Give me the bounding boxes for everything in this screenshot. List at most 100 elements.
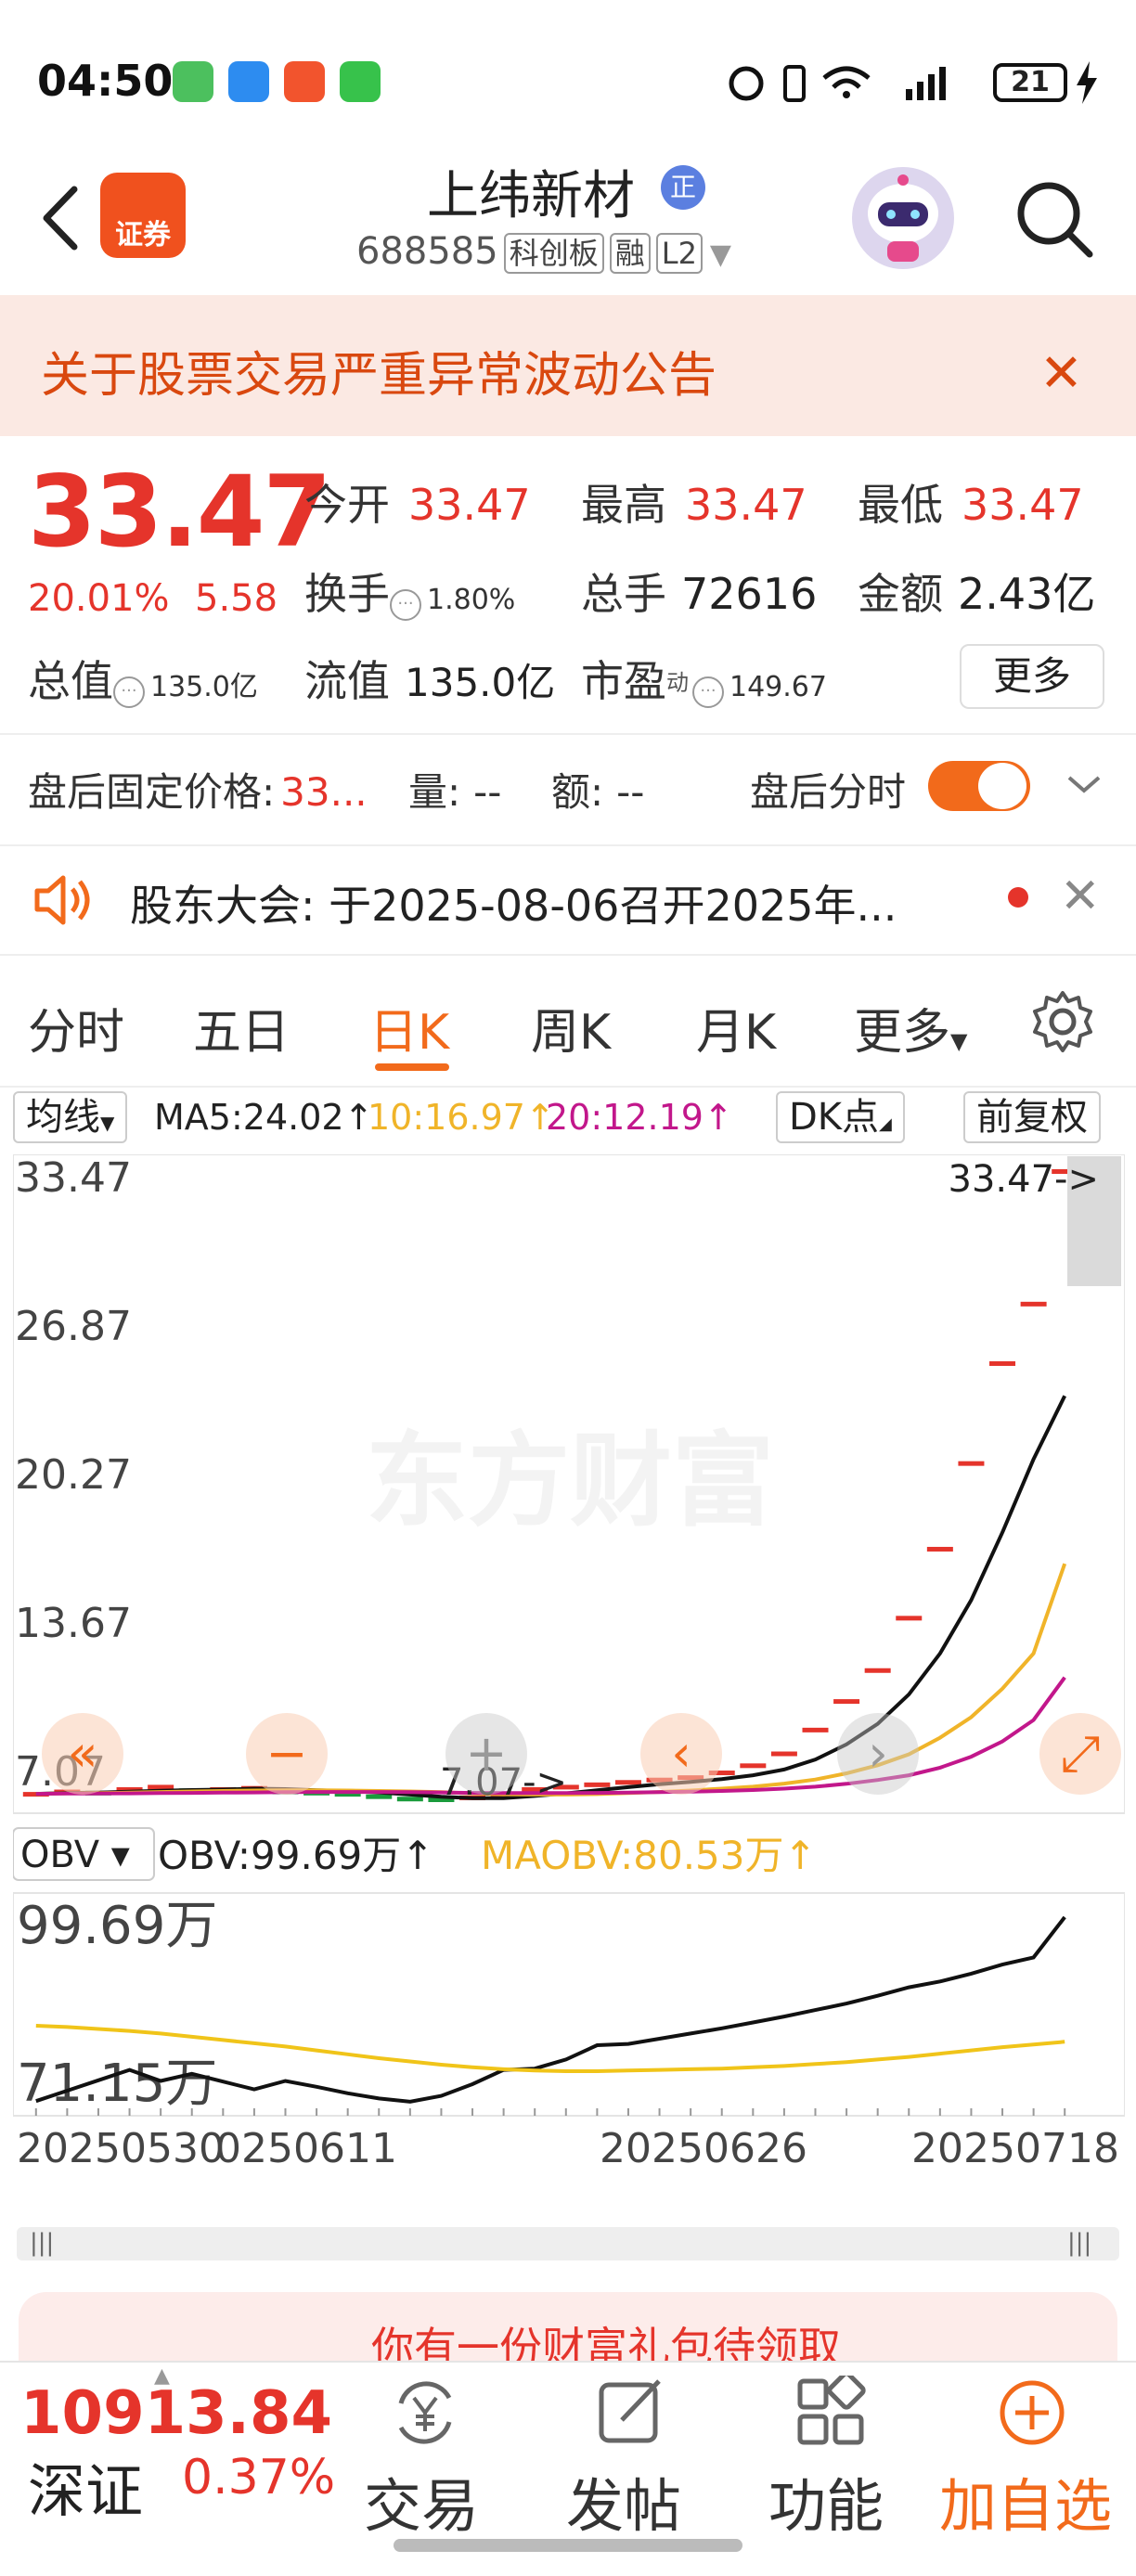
status-time: 04:50 [37, 56, 174, 106]
after-hours-price-value: 33... [280, 769, 368, 815]
nav-trade[interactable]: 交易 [364, 2459, 479, 2543]
pe-field[interactable]: 市盈动 ··· 149.67 [581, 648, 827, 709]
nav-post[interactable]: 发帖 [566, 2459, 681, 2543]
ma-select[interactable]: 均线▼ [13, 1091, 128, 1143]
charging-icon [1077, 61, 1097, 104]
edit-icon[interactable] [594, 2376, 668, 2450]
index-name[interactable]: 深证 [28, 2444, 143, 2528]
tab-timeshare[interactable]: 分时 [28, 993, 124, 1063]
caret-down-icon: ▼ [950, 1028, 968, 1054]
tab-weekly-k[interactable]: 周K [531, 993, 611, 1063]
obv-value-label: OBV:99.69万↑ [158, 1833, 433, 1878]
scroll-handle-right[interactable]: ||| [1067, 2229, 1091, 2257]
more-button[interactable]: 更多 [960, 644, 1104, 709]
candle [896, 1616, 923, 1621]
x-tick-label: 20250626 [600, 2125, 807, 2172]
turnover-field[interactable]: 换手 ··· 1.80% [304, 560, 515, 622]
after-hours-qty-label: 量: [408, 769, 461, 815]
chart-scrollbar[interactable] [17, 2227, 1119, 2260]
adjust-select[interactable]: 前复权 [963, 1091, 1101, 1143]
plus-circle-icon[interactable] [995, 2376, 1069, 2450]
speaker-icon [34, 875, 90, 925]
signal-icon [906, 89, 912, 100]
candle [1020, 1301, 1047, 1307]
y-tick-label: 33.47 [15, 1154, 132, 1202]
unread-dot [1008, 887, 1028, 908]
verified-badge: 正 [661, 165, 705, 210]
amount-value: 2.43亿 [958, 569, 1096, 619]
maobv-value-label: MAOBV:80.53万↑ [481, 1833, 817, 1878]
message-app-icon [228, 61, 269, 102]
float-cap-value: 135.0亿 [405, 660, 556, 705]
chevron-down-icon[interactable]: ▼ [710, 238, 731, 271]
candle [833, 1699, 860, 1705]
stock-code-line[interactable]: 688585 科创板融 L2 ▼ [356, 230, 731, 274]
tab-daily-k[interactable]: 日K [369, 993, 449, 1063]
after-hours-amt: 额: -- [551, 761, 644, 818]
vibrate-icon [783, 65, 806, 102]
announcement-text[interactable]: 关于股票交易严重异常波动公告 [41, 336, 716, 406]
after-hours-price-label: 盘后固定价格: [28, 769, 276, 815]
after-hours-timeshare-label: 盘后分时 [750, 769, 907, 815]
index-change: 0.37% [182, 2450, 336, 2505]
x-tick-label: 0250611 [215, 2125, 397, 2172]
scroll-handle-left[interactable]: ||| [30, 2229, 54, 2257]
low-label: 最低 [858, 480, 943, 530]
close-icon[interactable]: ✕ [1039, 343, 1083, 404]
alarm-icon [729, 66, 764, 101]
nav-add-watchlist[interactable]: 加自选 [939, 2459, 1112, 2543]
high-marker: 33.47-> [949, 1158, 1099, 1201]
nav-functions[interactable]: 功能 [768, 2459, 884, 2543]
caret-down-icon: ▼ [100, 1112, 115, 1134]
obv-select-label: OBV ▾ [20, 1834, 130, 1876]
y-tick-label: 20.27 [15, 1451, 132, 1499]
info-dots-icon[interactable]: ··· [113, 676, 145, 708]
crosshair-icon: + [465, 1724, 507, 1783]
left-icon: ‹ [671, 1724, 691, 1783]
close-icon[interactable]: ✕ [1060, 869, 1101, 924]
yen-exchange-icon[interactable] [388, 2376, 462, 2450]
tab-more[interactable]: 更多▼ [854, 993, 967, 1063]
y-tick-label: 26.87 [15, 1303, 132, 1350]
change-amount: 5.58 [195, 577, 278, 620]
tab-monthly-k[interactable]: 月K [696, 993, 776, 1063]
stock-code: 688585 [356, 230, 498, 273]
gear-icon[interactable] [1030, 989, 1095, 1054]
tag-level2: L2 [655, 233, 703, 274]
market-cap-field[interactable]: 总值 ··· 135.0亿 [28, 648, 258, 709]
dk-point-label: DK点 [789, 1096, 880, 1139]
back-icon[interactable] [33, 176, 89, 260]
home-indicator[interactable] [394, 2539, 742, 2552]
candle [989, 1360, 1016, 1366]
open-value: 33.47 [408, 480, 531, 530]
corner-caret-icon: ◢ [879, 1114, 892, 1134]
expand-icon: ⤢ [1060, 1724, 1100, 1783]
right-icon: › [868, 1724, 888, 1783]
index-value[interactable]: 10913.84 [20, 2379, 332, 2448]
x-tick-label: 20250718 [911, 2125, 1119, 2172]
info-dots-icon[interactable]: ··· [692, 676, 724, 708]
current-price: 33.47 [28, 455, 331, 569]
amount-field: 金额 2.43亿 [858, 560, 1095, 622]
volume-label: 总手 [581, 569, 666, 619]
market-cap-value: 135.0亿 [150, 671, 258, 703]
grid-icon[interactable] [794, 2376, 869, 2450]
app-logo[interactable]: 证券 [100, 173, 186, 258]
candle [396, 1797, 423, 1802]
after-hours-qty-value: -- [473, 769, 502, 815]
chevron-down-icon[interactable] [1064, 770, 1104, 798]
assistant-robot-icon[interactable] [852, 167, 954, 269]
candle [740, 1763, 767, 1769]
ma20-label: 20:12.19↑ [546, 1097, 733, 1138]
info-dots-icon[interactable]: ··· [390, 588, 421, 621]
kline-chart[interactable]: 东方财富33.4726.8720.2713.677.0733.47->7.07-… [13, 1154, 1125, 2119]
search-icon[interactable] [1012, 176, 1095, 260]
dk-point-button[interactable]: DK点◢ [776, 1091, 905, 1143]
after-hours-qty: 量: -- [408, 761, 501, 818]
tab-five-day[interactable]: 五日 [193, 993, 290, 1063]
volume-field: 总手 72616 [581, 560, 817, 622]
news-app-icon [284, 61, 325, 102]
candle [366, 1794, 393, 1799]
candle [614, 1780, 641, 1785]
notice-text[interactable]: 股东大会: 于2025-08-06召开2025年... [130, 872, 897, 934]
